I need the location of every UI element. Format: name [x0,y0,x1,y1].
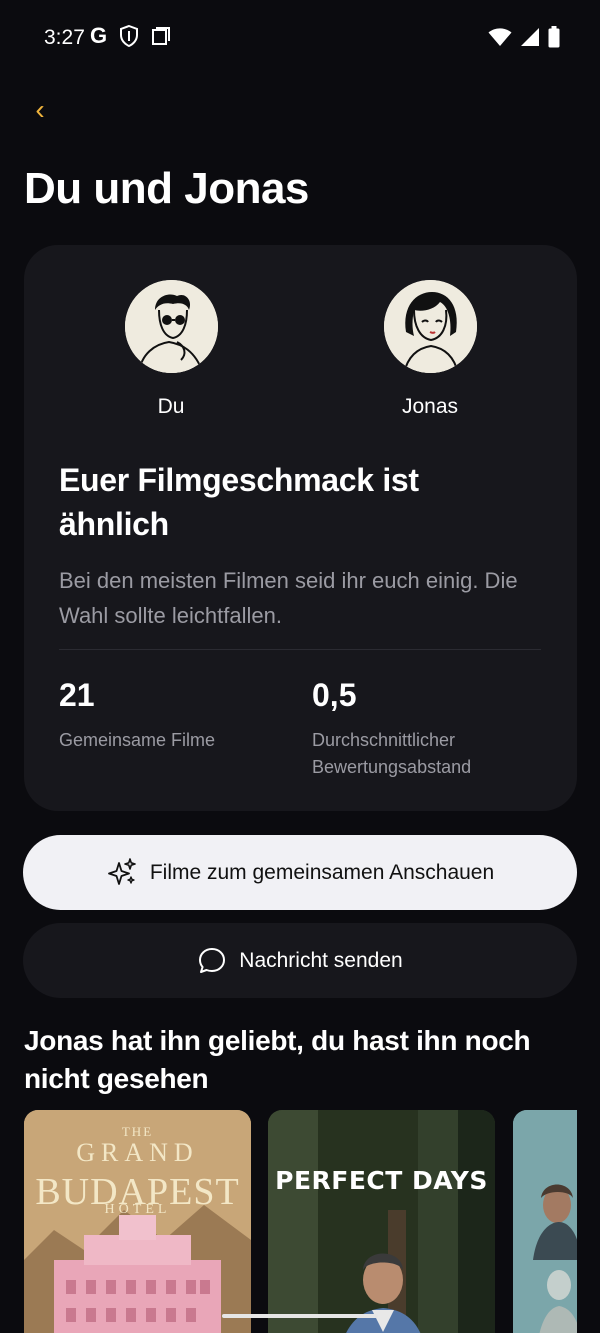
poster-grand-budapest-hotel[interactable]: THE GRAND BUDAPEST HOTEL [24,1110,251,1333]
poster-partial[interactable] [513,1110,577,1333]
section-title: Jonas hat ihn geliebt, du hast ihn noch … [24,1025,531,1094]
status-right-icons [488,26,560,48]
status-bar: 3:27 G [0,0,600,76]
send-message-button[interactable]: Nachricht senden [23,923,577,998]
chat-bubble-icon [199,947,226,973]
send-message-label: Nachricht senden [239,948,403,972]
page-title: Du und Jonas [24,164,309,213]
stat-value: 0,5 [312,677,357,713]
poster-1-title-grand: GRAND [76,1138,199,1167]
stat-value: 21 [59,677,95,713]
battery-icon [548,26,560,48]
avatar-jonas [383,280,477,373]
home-indicator [222,1314,378,1318]
chevron-left-icon: ‹ [35,94,45,125]
poster-row: THE GRAND BUDAPEST HOTEL PERFECT DAYS [24,1110,577,1333]
screen: 3:27 G ‹ Du und Jonas Du Jonas Euer Film… [0,0,600,1333]
avatar-name-you: Du [157,395,185,418]
sparkles-icon [107,857,136,885]
taste-description: Bei den meisten Filmen seid ihr euch ein… [59,568,518,628]
taste-headline: Euer Filmgeschmack ist ähnlich [59,462,419,542]
avatar-name-jonas: Jonas [401,395,459,418]
signal-icon [521,28,539,46]
status-left-icons: G [90,24,171,48]
poster-2-title: PERFECT DAYS [275,1166,488,1195]
watch-together-label: Filme zum gemeinsamen Anschauen [149,860,495,884]
poster-3-art [513,1110,577,1333]
stat-rating-distance: 0,5 Durchschnittlicher Bewertungsabstand [312,675,522,781]
user-jonas[interactable]: Jonas [370,280,490,419]
poster-perfect-days[interactable]: PERFECT DAYS [268,1110,495,1333]
comparison-card: Du Jonas Euer Filmgeschmack ist ähnlich … [24,245,577,811]
google-g-icon: G [90,23,108,48]
stat-label: Durchschnittlicher Bewertungsabstand [312,730,472,777]
stat-shared-films: 21 Gemeinsame Filme [59,675,215,754]
wifi-icon [488,28,512,46]
screenshot-icon [152,27,171,45]
user-you[interactable]: Du [111,280,231,419]
status-time: 3:27 [44,26,85,49]
avatar-you [124,280,218,373]
stat-label: Gemeinsame Filme [59,730,216,750]
back-button[interactable]: ‹ [28,94,52,125]
poster-2-art [268,1110,495,1333]
shield-icon [120,25,139,47]
watch-together-button[interactable]: Filme zum gemeinsamen Anschauen [23,835,577,910]
poster-1-title-hotel: HOTEL [104,1202,171,1217]
card-divider [59,649,541,650]
